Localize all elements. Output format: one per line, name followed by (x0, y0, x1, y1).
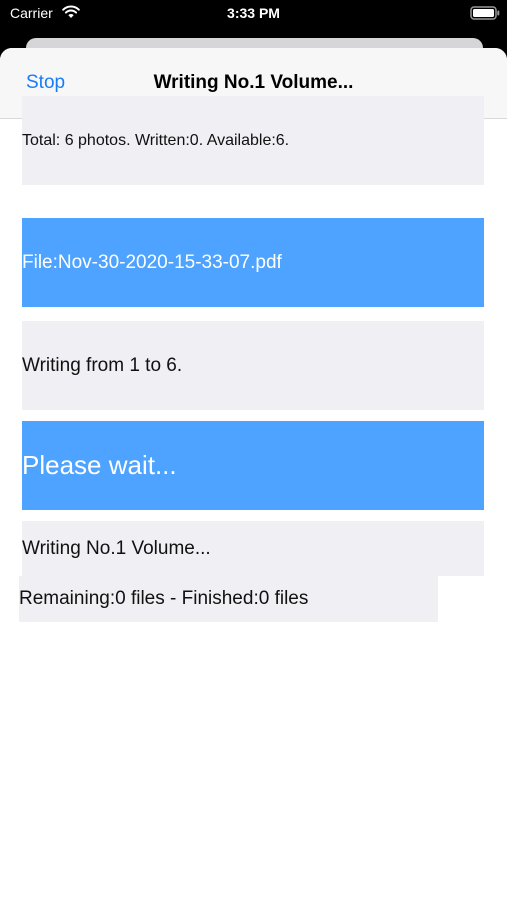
battery-icon (470, 6, 500, 20)
volume-status-label: Writing No.1 Volume... (22, 521, 484, 576)
total-photos-label: Total: 6 photos. Written:0. Available:6. (22, 96, 484, 185)
file-name-label: File:Nov-30-2020-15-33-07.pdf (22, 218, 484, 307)
status-time: 3:33 PM (227, 5, 280, 21)
status-bar: Carrier 3:33 PM (0, 0, 507, 30)
remaining-files-label: Remaining:0 files - Finished:0 files (19, 576, 438, 622)
nav-title: Writing No.1 Volume... (153, 72, 354, 93)
writing-range-label: Writing from 1 to 6. (22, 321, 484, 410)
please-wait-label: Please wait... (22, 421, 484, 510)
